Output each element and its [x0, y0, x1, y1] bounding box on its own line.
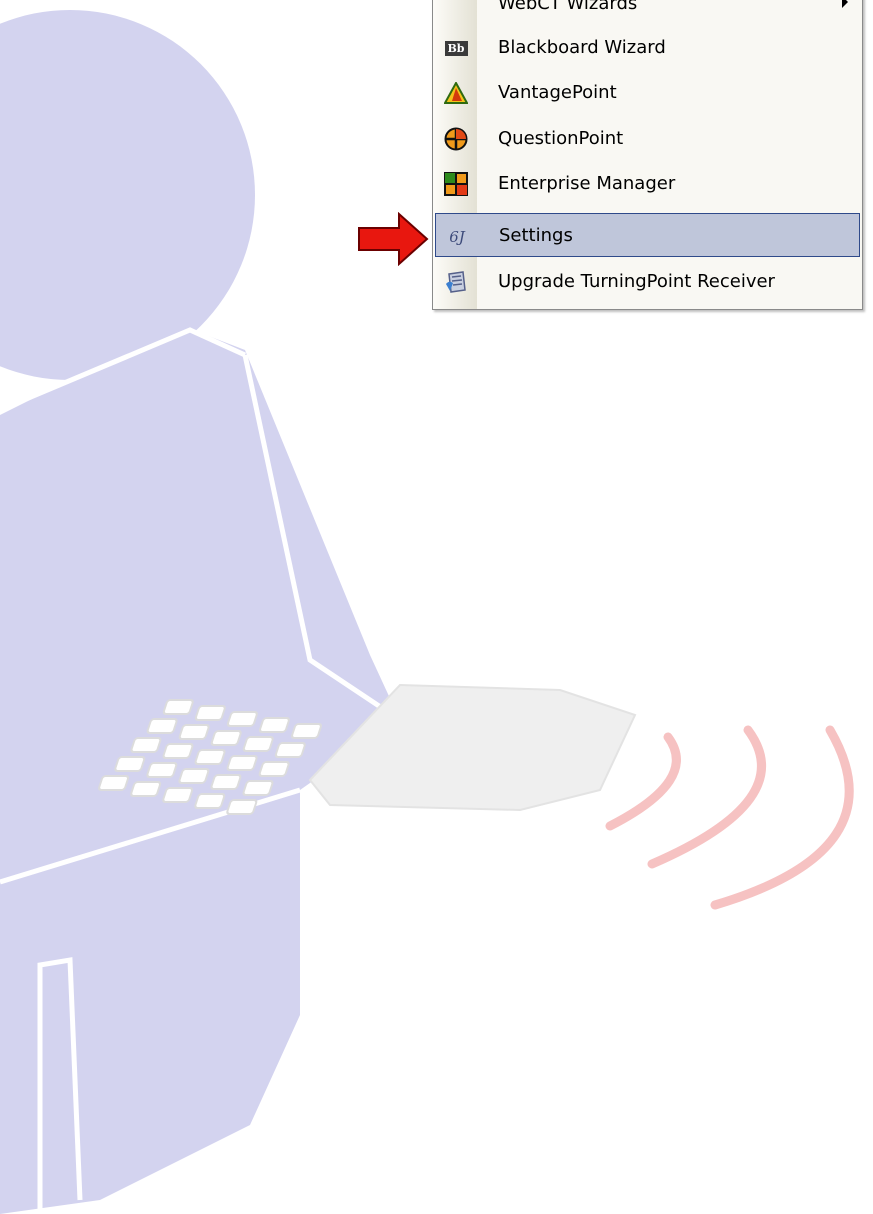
webct-icon	[443, 0, 469, 17]
vantagepoint-icon	[443, 80, 469, 106]
menu-item-label: Blackboard Wizard	[498, 36, 666, 58]
menu-item-upgrade-receiver[interactable]: Upgrade TurningPoint Receiver	[435, 259, 860, 303]
settings-badge: 6J	[449, 228, 465, 246]
menu-item-settings[interactable]: 6J Settings	[435, 213, 860, 257]
questionpoint-icon	[443, 126, 469, 152]
turningpoint-menu: WebCT Wizards Bb Blackboard Wizard Vanta…	[432, 0, 863, 310]
keypad-key	[290, 723, 322, 739]
keypad-key	[226, 799, 258, 815]
blackboard-icon: Bb	[443, 35, 469, 61]
menu-item-label: WebCT Wizards	[498, 0, 638, 14]
pointer-arrow-icon	[358, 212, 429, 266]
keypad-key	[274, 742, 306, 758]
signal-waves-icon	[605, 725, 854, 910]
keypad-key	[210, 730, 242, 746]
keypad-key	[226, 711, 258, 727]
receiver-upgrade-icon	[443, 269, 469, 295]
submenu-arrow-icon	[842, 0, 848, 8]
keypad-key	[258, 717, 290, 733]
person-head	[0, 10, 255, 380]
person-figure	[0, 10, 400, 1214]
keypad-key	[178, 768, 210, 784]
menu-item-vantagepoint[interactable]: VantagePoint	[435, 70, 860, 114]
keypad-key	[162, 743, 194, 759]
keypad-key	[242, 736, 274, 752]
keypad-key	[114, 756, 146, 772]
keypad-key	[146, 718, 178, 734]
keypad-key	[210, 774, 242, 790]
menu-item-enterprise-manager[interactable]: Enterprise Manager	[435, 161, 860, 205]
menu-item-webct-wizards[interactable]: WebCT Wizards	[435, 0, 860, 25]
keypad-key	[258, 761, 290, 777]
menu-item-blackboard-wizard[interactable]: Bb Blackboard Wizard	[435, 25, 860, 69]
menu-item-label: Upgrade TurningPoint Receiver	[498, 270, 775, 292]
keypad-key	[194, 793, 226, 809]
keypad-key	[226, 755, 258, 771]
menu-item-questionpoint[interactable]: QuestionPoint	[435, 116, 860, 160]
keypad-key	[242, 780, 274, 796]
settings-icon: 6J	[444, 224, 470, 250]
keypad-key	[178, 724, 210, 740]
menu-item-label: VantagePoint	[498, 81, 617, 103]
blackboard-badge: Bb	[444, 40, 468, 56]
keypad-key	[98, 775, 130, 791]
enterprise-manager-icon	[443, 171, 469, 197]
keypad-key	[130, 781, 162, 797]
menu-item-label: QuestionPoint	[498, 127, 624, 149]
keypad-key	[162, 787, 194, 803]
keypad-key	[162, 699, 194, 715]
keypad-key	[130, 737, 162, 753]
keypad-key	[194, 705, 226, 721]
menu-item-label: Settings	[499, 224, 573, 246]
keypad-key	[146, 762, 178, 778]
menu-item-label: Enterprise Manager	[498, 172, 676, 194]
keypad-key	[194, 749, 226, 765]
